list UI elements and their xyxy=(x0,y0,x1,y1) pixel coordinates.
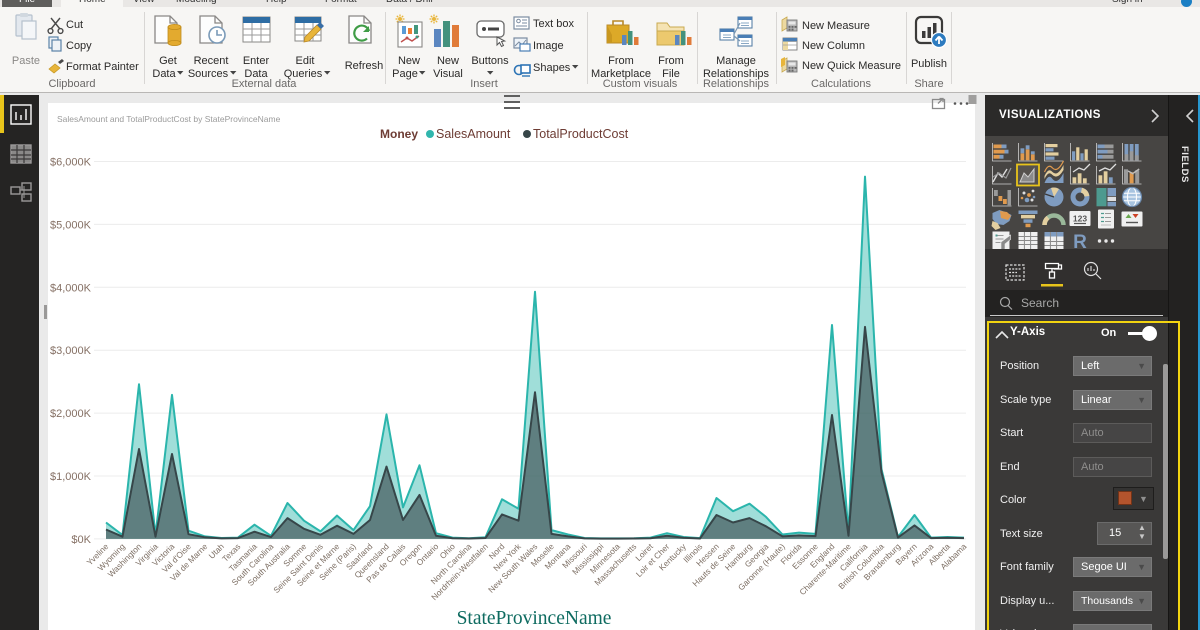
svg-text:New: New xyxy=(398,55,420,67)
svg-text:Marketplace: Marketplace xyxy=(591,68,651,80)
svg-text:New Column: New Column xyxy=(802,40,865,52)
svg-text:Copy: Copy xyxy=(66,40,92,52)
svg-text:From: From xyxy=(658,55,684,67)
svg-text:Page: Page xyxy=(392,68,418,80)
svg-text:Paste: Paste xyxy=(12,55,40,67)
svg-text:Data: Data xyxy=(244,68,268,80)
svg-text:$6,000K: $6,000K xyxy=(50,157,92,169)
svg-text:Publish: Publish xyxy=(911,58,947,70)
svg-text:Refresh: Refresh xyxy=(345,60,384,72)
svg-text:Recent: Recent xyxy=(194,55,229,67)
svg-text:Format Painter: Format Painter xyxy=(66,61,139,73)
svg-text:Enter: Enter xyxy=(243,55,270,67)
svg-text:Relationships: Relationships xyxy=(703,68,770,80)
svg-text:Queries: Queries xyxy=(284,68,323,80)
svg-text:$2,000K: $2,000K xyxy=(50,408,92,420)
svg-text:StateProvinceName: StateProvinceName xyxy=(457,608,612,629)
svg-text:Sources: Sources xyxy=(188,68,229,80)
svg-text:New Quick Measure: New Quick Measure xyxy=(802,60,901,72)
svg-text:Edit: Edit xyxy=(296,55,315,67)
svg-text:$3,000K: $3,000K xyxy=(50,345,92,357)
svg-text:Cut: Cut xyxy=(66,19,83,31)
svg-text:Visual: Visual xyxy=(433,68,463,80)
svg-text:$5,000K: $5,000K xyxy=(50,219,92,231)
svg-text:123: 123 xyxy=(1073,214,1087,224)
svg-text:Data: Data xyxy=(152,68,176,80)
svg-text:$1,000K: $1,000K xyxy=(50,471,92,483)
svg-text:File: File xyxy=(662,68,680,80)
svg-text:Image: Image xyxy=(533,40,564,52)
svg-text:$0K: $0K xyxy=(71,534,91,546)
svg-text:Shapes: Shapes xyxy=(533,62,571,74)
svg-text:New Measure: New Measure xyxy=(802,20,870,32)
svg-text:New: New xyxy=(437,55,459,67)
svg-text:From: From xyxy=(608,55,634,67)
svg-text:Buttons: Buttons xyxy=(471,55,509,67)
svg-text:$4,000K: $4,000K xyxy=(50,282,92,294)
svg-text:Text box: Text box xyxy=(533,18,574,30)
svg-text:Manage: Manage xyxy=(716,55,756,67)
svg-text:Get: Get xyxy=(159,55,177,67)
